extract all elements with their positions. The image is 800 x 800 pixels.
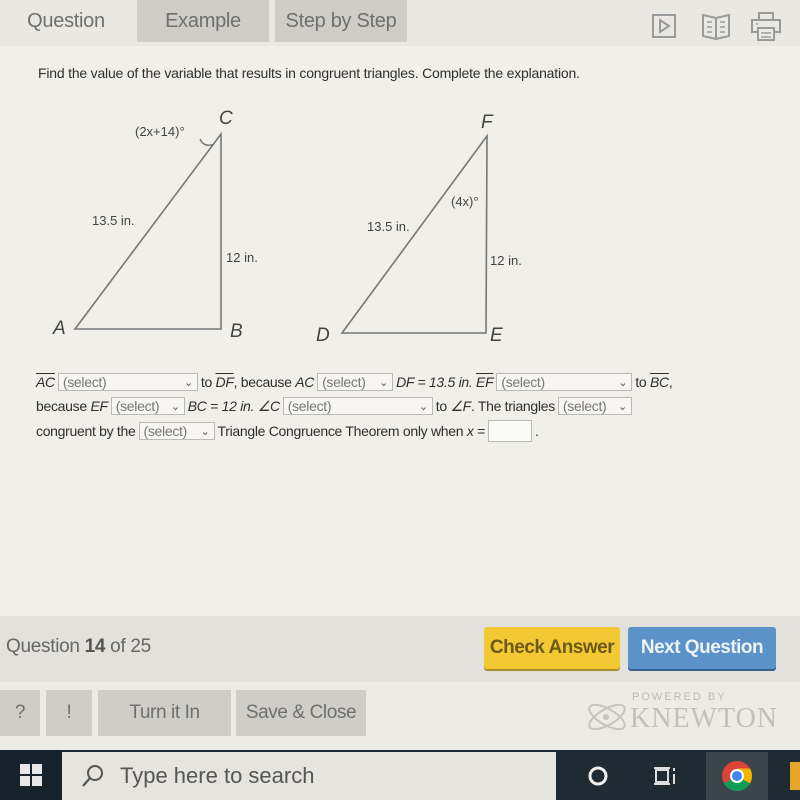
text: Triangle Congruence Theorem only when xyxy=(217,423,464,439)
next-question-button[interactable]: Next Question xyxy=(628,627,776,669)
play-video-button[interactable] xyxy=(648,10,680,42)
vertex-label-f: F xyxy=(481,112,494,133)
segment-ef: EF xyxy=(476,374,494,390)
powered-by-label: POWERED BY xyxy=(632,691,727,703)
side-label-ac: 13.5 in. xyxy=(92,213,135,228)
check-answer-button[interactable]: Check Answer xyxy=(484,627,620,669)
windows-logo-icon xyxy=(20,764,42,786)
text: DF = 13.5 in. xyxy=(396,374,473,390)
task-view-button[interactable] xyxy=(646,752,686,800)
text: BC = 12 in. xyxy=(187,398,255,414)
text: congruent by the xyxy=(36,423,136,439)
search-placeholder: Type here to search xyxy=(120,763,315,788)
text: . The triangles xyxy=(470,398,555,414)
help-button[interactable]: ? xyxy=(0,690,40,736)
vertex-label-a: A xyxy=(52,318,66,339)
search-icon xyxy=(82,765,103,787)
knewton-logo: KNEWTON xyxy=(630,703,779,734)
text: to xyxy=(200,374,212,390)
save-close-button[interactable]: Save & Close xyxy=(236,690,366,736)
alert-button[interactable]: ! xyxy=(46,690,92,736)
text: to xyxy=(435,398,447,414)
explanation-line-1: AC (select) ⌄ to DF, because AC (select) ⌄… xyxy=(36,373,673,391)
segment-ac: AC xyxy=(36,374,55,390)
angle-c-arc xyxy=(199,138,215,146)
print-icon xyxy=(751,12,781,41)
turn-it-in-button[interactable]: Turn it In xyxy=(98,690,231,736)
text-ac: AC xyxy=(295,374,315,390)
knewton-atom-icon xyxy=(588,703,626,731)
text-x: x xyxy=(466,423,474,439)
select-angle-relation[interactable]: (select) ⌄ xyxy=(282,397,433,415)
text: , because xyxy=(233,374,292,390)
triangles-figure: C A B (2x+14)° 13.5 in. 12 in. F D E (4x… xyxy=(52,108,522,346)
chevron-down-icon: ⌄ xyxy=(617,400,627,413)
text: to xyxy=(635,374,647,390)
vertex-label-b: B xyxy=(230,321,243,342)
print-button[interactable] xyxy=(750,10,782,42)
angle-label-c: (2x+14)° xyxy=(135,124,185,139)
cortana-circle-icon xyxy=(588,766,608,786)
side-label-df: 13.5 in. xyxy=(367,219,410,234)
select-value: (select) xyxy=(501,374,545,390)
select-ef-bc-relation[interactable]: (select) ⌄ xyxy=(496,373,633,391)
text-angle-f: ∠F xyxy=(450,397,471,414)
chevron-down-icon: ⌄ xyxy=(200,425,210,438)
tab-example[interactable]: Example xyxy=(137,0,269,42)
chevron-down-icon: ⌄ xyxy=(418,400,428,413)
select-value: (select) xyxy=(562,398,607,414)
vertex-label-e: E xyxy=(490,325,503,346)
text-ef: EF xyxy=(90,398,108,414)
tab-step-by-step[interactable]: Step by Step xyxy=(275,0,407,42)
x-answer-input[interactable] xyxy=(488,420,532,442)
question-total: of 25 xyxy=(110,636,151,657)
question-prompt: Find the value of the variable that resu… xyxy=(38,65,580,81)
select-value: (select) xyxy=(143,423,188,439)
question-counter: Question 14 of 25 xyxy=(6,636,151,658)
select-theorem[interactable]: (select) ⌄ xyxy=(138,422,215,440)
select-triangles-are[interactable]: (select) ⌄ xyxy=(557,397,632,415)
explanation-line-3: congruent by the (select) ⌄ Triangle Cong… xyxy=(36,420,539,442)
text: . xyxy=(535,423,539,439)
segment-bc: BC xyxy=(650,374,669,390)
play-icon xyxy=(652,14,676,38)
angle-label-f: (4x)° xyxy=(451,194,479,209)
cortana-button[interactable] xyxy=(578,752,618,800)
text: , xyxy=(668,374,673,390)
select-ac-df-relation[interactable]: (select) ⌄ xyxy=(57,373,198,391)
select-value: (select) xyxy=(115,398,160,414)
book-icon xyxy=(702,13,730,40)
select-value: (select) xyxy=(287,398,332,414)
segment-df: DF xyxy=(215,374,234,390)
text: = xyxy=(477,423,485,439)
select-value: (select) xyxy=(62,374,107,390)
text: because xyxy=(36,398,87,414)
triangle-abc xyxy=(73,131,222,330)
triangle-def xyxy=(340,133,488,334)
chevron-down-icon: ⌄ xyxy=(618,376,628,389)
vertex-label-c: C xyxy=(219,108,233,129)
vertex-label-d: D xyxy=(316,325,330,346)
side-label-bc: 12 in. xyxy=(226,250,258,265)
chevron-down-icon: ⌄ xyxy=(379,376,389,389)
select-value: (select) xyxy=(322,374,366,390)
question-number: 14 xyxy=(84,636,106,657)
side-label-ef: 12 in. xyxy=(490,253,522,268)
taskbar-search-box[interactable]: Type here to search xyxy=(62,752,556,800)
file-explorer-icon[interactable] xyxy=(790,762,800,790)
task-view-icon xyxy=(654,767,675,785)
chrome-taskbar-button[interactable] xyxy=(706,752,768,800)
explanation-line-2: because EF (select) ⌄ BC = 12 in. ∠C (sel… xyxy=(36,397,635,415)
question-label: Question xyxy=(6,636,80,657)
select-ac-df-equality[interactable]: (select) ⌄ xyxy=(317,373,394,391)
textbook-button[interactable] xyxy=(700,10,732,42)
tab-question[interactable]: Question xyxy=(0,0,132,42)
chrome-icon xyxy=(722,761,753,792)
chevron-down-icon: ⌄ xyxy=(183,376,193,389)
text-angle-c: ∠C xyxy=(257,397,280,414)
select-ef-bc-equality[interactable]: (select) ⌄ xyxy=(110,397,185,415)
chevron-down-icon: ⌄ xyxy=(170,400,180,413)
start-button[interactable] xyxy=(0,750,62,800)
